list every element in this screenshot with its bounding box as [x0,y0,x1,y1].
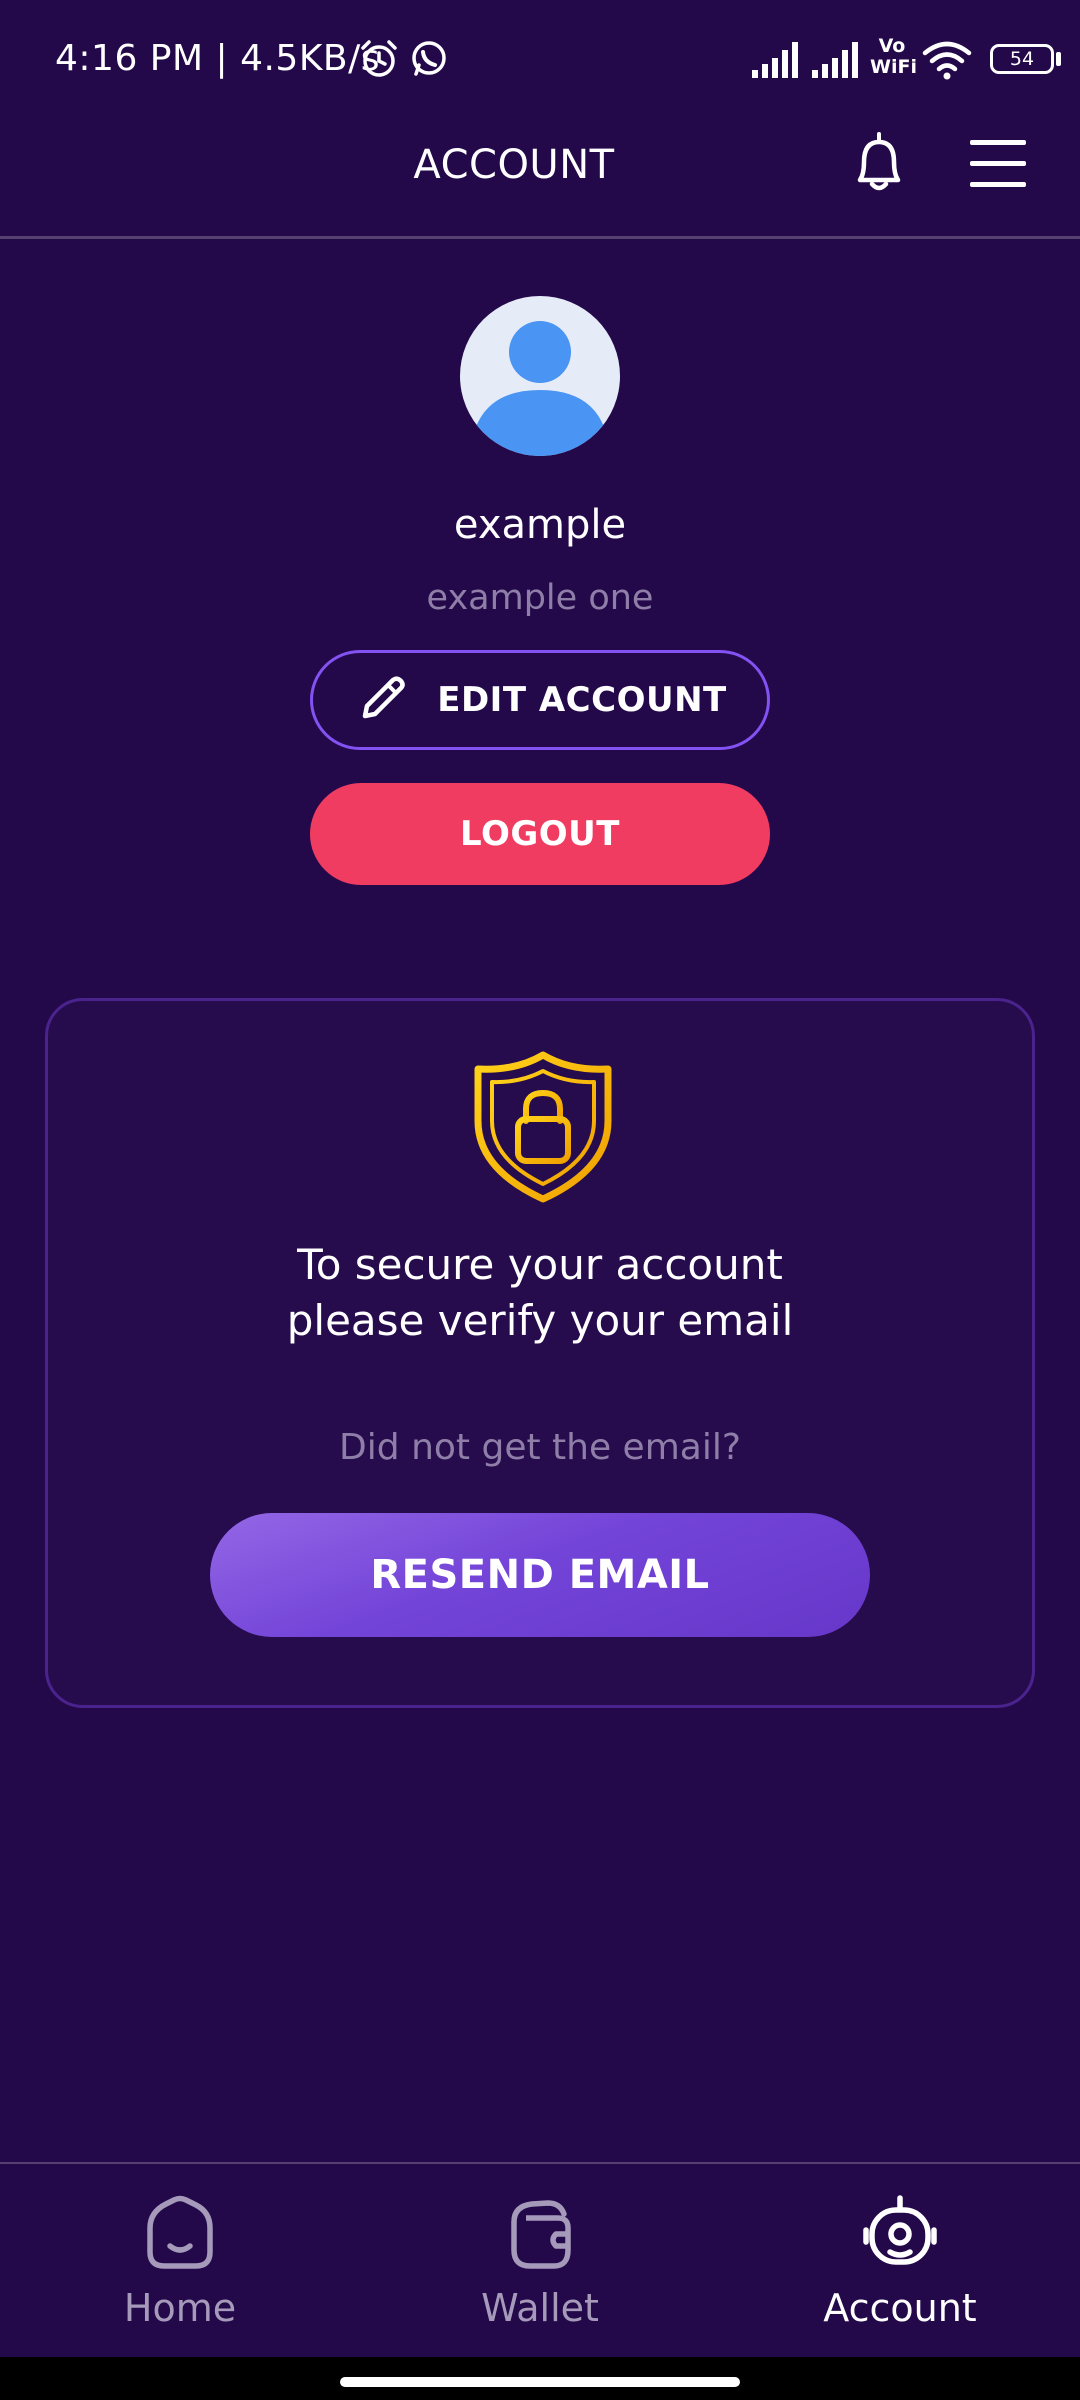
user-avatar-icon [470,321,610,456]
pencil-icon [362,676,405,719]
verify-email-card: To secure your account please verify you… [45,998,1035,1708]
hamburger-menu-icon[interactable] [966,136,1030,192]
notification-bell-icon[interactable] [846,130,912,196]
home-face-icon [147,2195,213,2269]
whatsapp-icon [412,41,446,76]
status-bar: 4:16 PM | 4.5KB/s Vo WiFi 54 [0,0,1080,120]
robot-account-icon [863,2195,937,2265]
battery-tip [1056,52,1061,66]
nav-label-account: Account [823,2286,977,2330]
vowifi-bottom: WiFi [870,56,917,78]
status-time: 4:16 PM | 4.5KB/s [55,38,381,79]
profile-subtitle: example one [426,578,654,618]
profile-name: example [453,502,627,548]
logout-button[interactable]: LOGOUT [310,783,770,885]
signal-icon [812,42,858,78]
battery-level: 54 [1009,48,1035,70]
alarm-icon [361,40,397,77]
home-gesture-pill[interactable] [340,2377,740,2387]
nav-label-wallet: Wallet [481,2286,599,2330]
wallet-icon [511,2200,571,2269]
nav-item-wallet[interactable]: Wallet [390,2164,690,2359]
wifi-icon [922,41,972,80]
edit-account-button[interactable]: EDIT ACCOUNT [310,650,770,750]
edit-account-label: EDIT ACCOUNT [437,680,727,720]
bottom-navigation: Home Wallet Account [0,2162,1080,2359]
nav-item-account[interactable]: Account [750,2164,1050,2359]
battery-icon: 54 [990,44,1054,74]
system-home-bar [0,2357,1080,2400]
app-header: ACCOUNT [0,120,1080,239]
nav-label-home: Home [123,2286,237,2330]
resend-hint: Did not get the email? [339,1427,741,1468]
verify-message-line1: To secure your account [297,1240,783,1289]
status-system-icons: Vo WiFi 54 [750,36,1080,86]
signal-icon [752,42,798,78]
resend-email-button[interactable]: RESEND EMAIL [210,1513,870,1637]
nav-item-home[interactable]: Home [30,2164,330,2359]
shield-lock-icon [474,1051,612,1203]
verify-message: To secure your account please verify you… [48,1237,1032,1349]
verify-message-line2: please verify your email [286,1296,794,1345]
avatar [460,296,620,456]
vowifi-top: Vo [878,35,906,57]
vowifi-indicator: Vo WiFi [870,35,917,78]
